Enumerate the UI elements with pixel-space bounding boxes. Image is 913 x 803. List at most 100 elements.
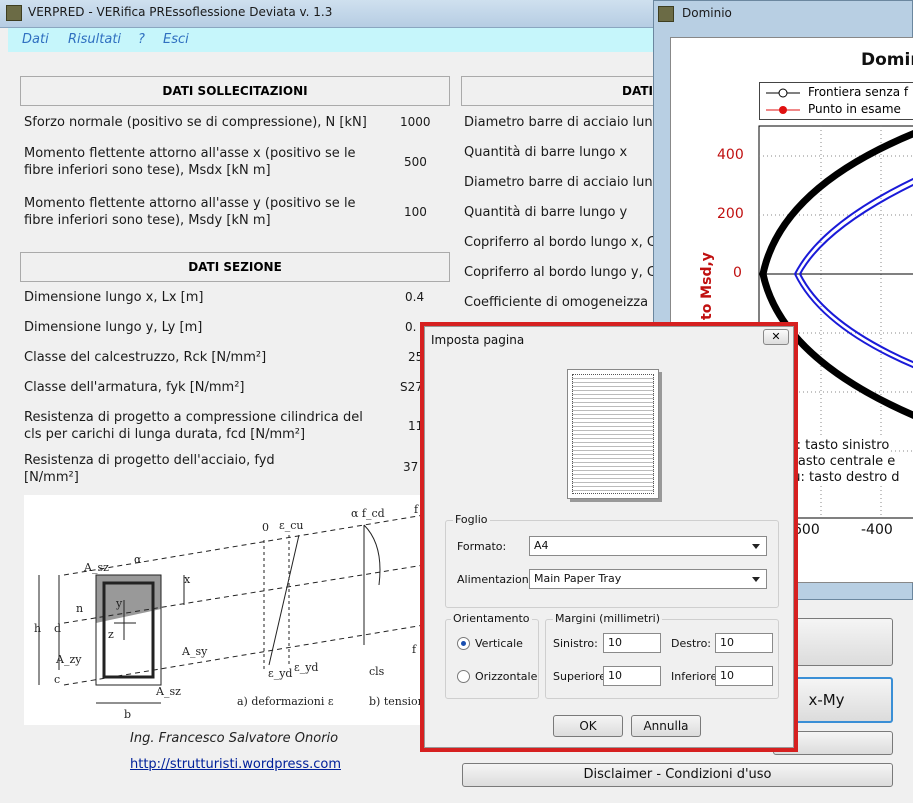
label-quantita-x: Quantità di barre lungo x [464, 145, 628, 160]
label-omogeneizzazione: Coefficiente di omogeneizza [464, 295, 649, 310]
chevron-down-icon [752, 544, 760, 549]
menu-help[interactable]: ? [138, 32, 145, 47]
fig-label-f-bottom: f [412, 643, 417, 656]
input-sinistro[interactable]: 10 [603, 633, 661, 653]
ok-button[interactable]: OK [553, 715, 623, 737]
label-copriferro-x: Copriferro al bordo lungo x, C [464, 235, 656, 250]
group-margini [545, 619, 779, 699]
fig-label-h: h [34, 622, 42, 635]
select-alimentazione-value: Main Paper Tray [534, 572, 622, 585]
group-orientamento-title: Orientamento [451, 612, 532, 625]
button-disclaimer[interactable]: Disclaimer - Condizioni d'uso [462, 763, 893, 787]
plot-title: Domin [861, 50, 913, 70]
website-link[interactable]: http://strutturisti.wordpress.com [130, 757, 341, 772]
label-copriferro-y: Copriferro al bordo lungo y, C [464, 265, 656, 280]
fig-caption-b: b) tension [369, 695, 425, 708]
radio-verticale[interactable] [457, 637, 470, 650]
dialog-body: Imposta pagina ✕ Foglio Formato: A4 Alim… [424, 326, 794, 748]
plot-legend: Frontiera senza f Punto in esame [759, 82, 913, 120]
fig-caption-a: a) deformazioni ε [237, 695, 334, 708]
label-diametro-y: Diametro barre di acciaio lun [464, 175, 653, 190]
fig-label-cls: cls [369, 665, 385, 678]
label-destro: Destro: [671, 637, 711, 650]
fig-label-f-top: f [414, 503, 419, 516]
value-msdy[interactable]: 100 [404, 205, 427, 219]
fig-label-c: c [54, 673, 61, 686]
dialog-title: Imposta pagina [431, 333, 525, 347]
cancel-button[interactable]: Annulla [631, 715, 701, 737]
section-diagram-drawing [38, 514, 425, 704]
label-formato: Formato: [457, 540, 507, 553]
fig-label-afcd: α f_cd [351, 507, 385, 520]
app-icon [6, 5, 22, 21]
input-destro[interactable]: 10 [715, 633, 773, 653]
value-ly[interactable]: 0. [405, 320, 416, 334]
y-tick-400: 400 [717, 147, 744, 163]
select-formato[interactable]: A4 [529, 536, 767, 556]
label-msdy: Momento flettente attorno all'asse y (po… [24, 196, 356, 228]
label-sforzo-normale: Sforzo normale (positivo se di compressi… [24, 115, 367, 130]
label-diametro-x: Diametro barre di acciaio lun [464, 115, 653, 130]
select-alimentazione[interactable]: Main Paper Tray [529, 569, 767, 589]
value-sforzo-normale[interactable]: 1000 [400, 115, 431, 129]
menu-dati[interactable]: Dati [22, 32, 49, 47]
label-orizzontale[interactable]: Orizzontale [475, 670, 537, 683]
fig-label-eyd-left: ε_yd [268, 667, 293, 680]
value-msdx[interactable]: 500 [404, 155, 427, 169]
input-superiore[interactable]: 10 [603, 666, 661, 686]
fig-label-asz-top: A_sz [84, 561, 109, 574]
fig-label-d: d [54, 622, 62, 635]
fig-label-x: x [184, 573, 191, 586]
x-tick-400: -400 [861, 522, 893, 538]
section-armature-header: DATI [461, 76, 661, 106]
page-preview-content [572, 374, 654, 494]
page-setup-dialog: Imposta pagina ✕ Foglio Formato: A4 Alim… [420, 322, 798, 752]
group-orientamento [445, 619, 539, 699]
window-title: VERPRED - VERifica PREssoflessione Devia… [28, 5, 333, 19]
radio-orizzontale[interactable] [457, 670, 470, 683]
dialog-close-icon[interactable]: ✕ [763, 329, 789, 345]
y-tick-200: 200 [717, 206, 744, 222]
menu-risultati[interactable]: Risultati [68, 32, 121, 47]
y-tick-0: 0 [733, 265, 742, 281]
group-foglio-title: Foglio [453, 513, 490, 526]
fig-label-n: n [76, 602, 84, 615]
fig-label-y: y [116, 597, 123, 610]
label-rck: Classe del calcestruzzo, Rck [N/mm²] [24, 350, 267, 365]
label-alimentazione: Alimentazione: [457, 573, 540, 586]
page-preview [567, 369, 659, 499]
fig-label-z: z [108, 628, 114, 641]
section-sezione-header: DATI SEZIONE [20, 252, 450, 282]
label-inferiore: Inferiore: [671, 670, 721, 683]
select-formato-value: A4 [534, 539, 549, 552]
plot-y-axis-label: to Msd,y [699, 252, 715, 320]
label-fyk: Classe dell'armatura, fyk [N/mm²] [24, 380, 245, 395]
label-ly: Dimensione lungo y, Ly [m] [24, 320, 203, 335]
label-msdx: Momento flettente attorno all'asse x (po… [24, 146, 356, 178]
label-fcd: Resistenza di progetto a compressione ci… [24, 410, 363, 442]
group-foglio [445, 520, 779, 608]
value-lx[interactable]: 0.4 [405, 290, 424, 304]
fig-label-alpha: α [134, 553, 142, 566]
author-name: Ing. Francesco Salvatore Onorio [130, 731, 339, 746]
value-fyd[interactable]: 37 [403, 460, 418, 474]
menu-esci[interactable]: Esci [163, 32, 189, 47]
label-superiore: Superiore: [553, 670, 610, 683]
section-sollecitazioni-header: DATI SOLLECITAZIONI [20, 76, 450, 106]
fig-label-zero: 0 [262, 521, 269, 534]
dominio-app-icon [658, 6, 674, 22]
label-verticale[interactable]: Verticale [475, 637, 523, 650]
legend-punto: Punto in esame [808, 102, 901, 116]
dominio-title: Dominio [682, 6, 732, 20]
fig-label-ecu: ε_cu [279, 519, 304, 532]
label-fyd: Resistenza di progetto dell'acciaio, fyd… [24, 453, 275, 485]
label-quantita-y: Quantità di barre lungo y [464, 205, 628, 220]
label-sinistro: Sinistro: [553, 637, 598, 650]
fig-label-b: b [124, 708, 132, 721]
group-margini-title: Margini (millimetri) [553, 612, 663, 625]
fig-label-asz-bottom: A_sz [156, 685, 181, 698]
input-inferiore[interactable]: 10 [715, 666, 773, 686]
section-diagram: 0 ε_cu α f_cd f A_sz α x h d n y z A_sy … [24, 495, 425, 725]
fig-label-eyd-right: ε_yd [294, 661, 319, 674]
legend-frontiera: Frontiera senza f [808, 85, 909, 99]
